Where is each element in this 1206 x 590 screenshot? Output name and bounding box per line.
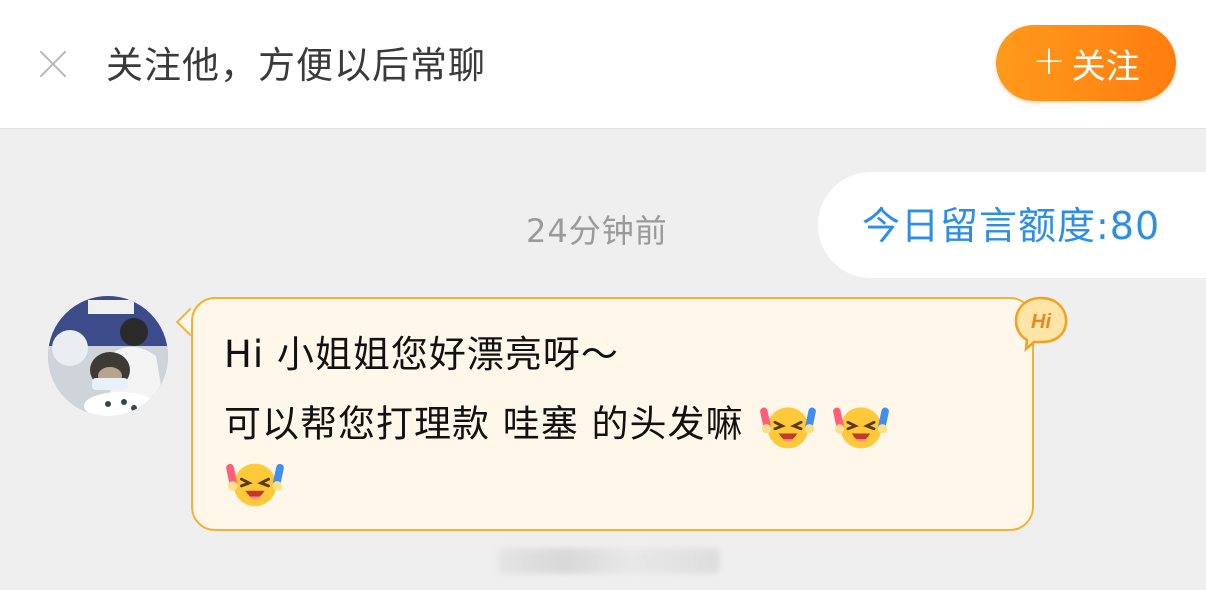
follow-button-label: 关注: [1071, 46, 1140, 87]
message-text-2: 可以帮您打理款 哇塞 的头发嘛: [224, 402, 744, 446]
laughing-emoji-icon: [833, 407, 889, 449]
follow-prompt-text: 关注他，方便以后常聊: [106, 44, 486, 87]
message-quota-text: 今日留言额度:80: [862, 204, 1161, 248]
follow-button[interactable]: + 关注: [996, 25, 1176, 101]
message-line-2: 可以帮您打理款 哇塞 的头发嘛: [224, 398, 889, 454]
message-text-1: Hi 小姐姐您好漂亮呀～: [224, 333, 619, 376]
message-line-1: Hi 小姐姐您好漂亮呀～: [224, 330, 619, 380]
avatar-image: [48, 296, 168, 416]
blurred-watermark: [498, 548, 720, 574]
follow-prompt-bar: 关注他，方便以后常聊 + 关注: [0, 0, 1206, 129]
hi-badge-icon: Hi: [1014, 296, 1068, 352]
message-timestamp: 24分钟前: [526, 212, 668, 250]
laughing-emoji-icon: [760, 407, 817, 449]
close-icon[interactable]: [33, 44, 73, 84]
plus-icon: +: [1032, 38, 1066, 84]
hi-badge-text: Hi: [1031, 311, 1051, 333]
avatar[interactable]: [48, 296, 168, 416]
laughing-emoji-icon: [226, 463, 284, 507]
